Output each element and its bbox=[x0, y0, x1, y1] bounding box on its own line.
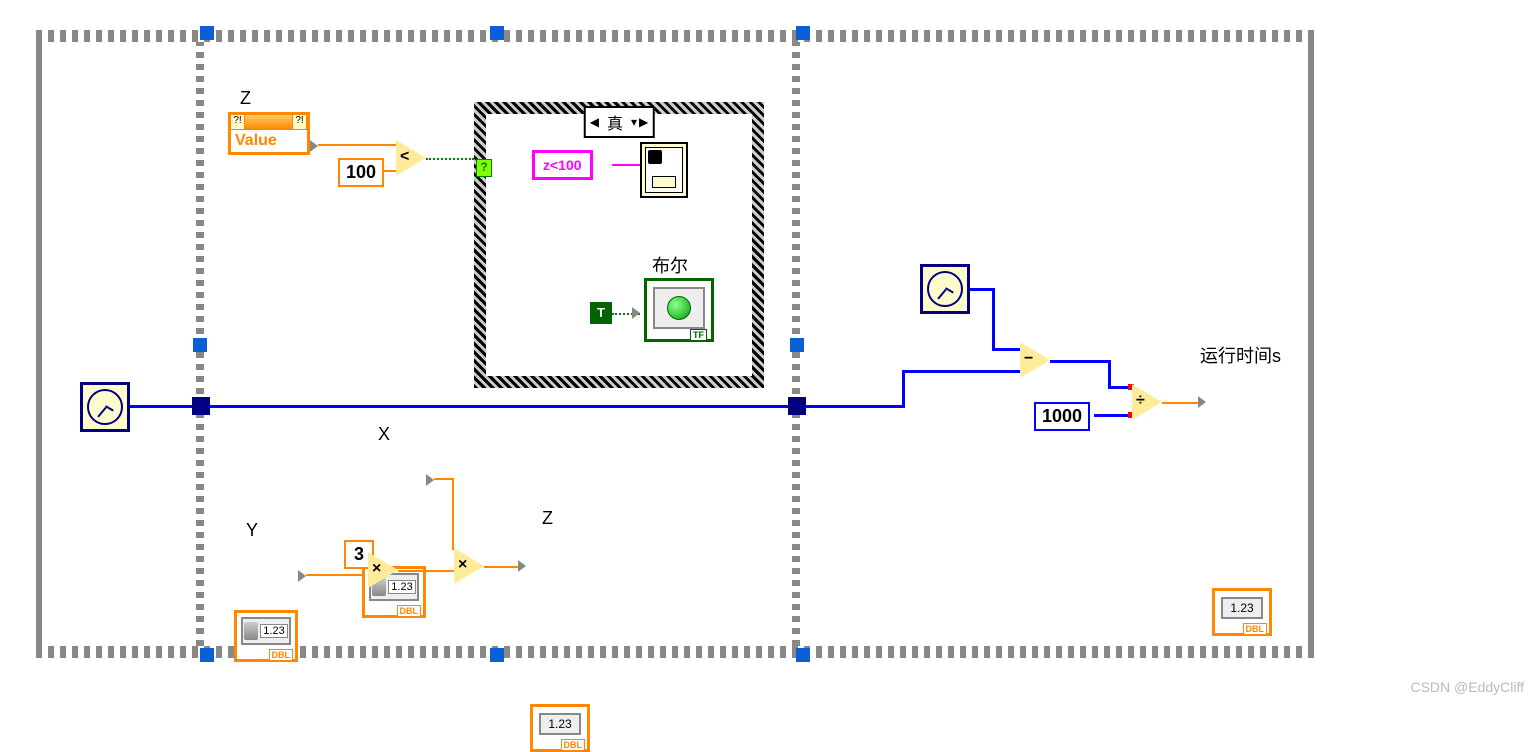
multiply-node-2[interactable]: × bbox=[454, 548, 484, 584]
tf-type-tag: TF bbox=[690, 329, 707, 341]
y-label: Y bbox=[246, 520, 258, 541]
case-structure[interactable]: ◀ 真 ▾ ▶ ? bbox=[474, 102, 764, 388]
numeric-constant-1000[interactable]: 1000 bbox=[1034, 402, 1090, 431]
wire bbox=[306, 574, 368, 576]
wire bbox=[992, 288, 995, 350]
z-var-label: Z bbox=[240, 88, 251, 109]
wire bbox=[1050, 360, 1110, 363]
wire bbox=[130, 405, 196, 408]
z-out-label: Z bbox=[542, 508, 553, 529]
resize-handle[interactable] bbox=[790, 338, 804, 352]
wire bbox=[434, 478, 454, 480]
wire bbox=[902, 370, 1020, 373]
wire bbox=[992, 348, 1020, 351]
z-indicator[interactable]: 1.23 DBL bbox=[530, 704, 590, 752]
one-button-dialog-icon[interactable] bbox=[640, 142, 688, 198]
boolean-constant-true[interactable]: T bbox=[590, 302, 612, 324]
resize-handle[interactable] bbox=[200, 648, 214, 662]
wire bbox=[1094, 414, 1132, 417]
output-terminal bbox=[426, 474, 434, 486]
wire bbox=[318, 144, 396, 146]
z-local-var-field: Value bbox=[231, 129, 307, 152]
resize-handle[interactable] bbox=[796, 26, 810, 40]
resize-handle[interactable] bbox=[796, 648, 810, 662]
input-terminal bbox=[632, 307, 640, 319]
resize-handle[interactable] bbox=[490, 648, 504, 662]
less-than-node[interactable]: < bbox=[396, 140, 426, 176]
z-local-variable[interactable]: ?!?! Value bbox=[228, 112, 310, 155]
wire bbox=[208, 405, 792, 408]
wire bbox=[1108, 360, 1111, 388]
resize-handle[interactable] bbox=[490, 26, 504, 40]
input-terminal bbox=[1198, 396, 1206, 408]
input-terminal bbox=[518, 560, 526, 572]
led-icon bbox=[667, 296, 691, 320]
dbl-type-tag: DBL bbox=[561, 739, 586, 751]
case-next-icon[interactable]: ▶ bbox=[639, 115, 648, 129]
resize-handle[interactable] bbox=[200, 26, 214, 40]
case-prev-icon[interactable]: ◀ bbox=[590, 115, 599, 129]
wire bbox=[804, 405, 904, 408]
case-dropdown-icon[interactable]: ▾ bbox=[631, 115, 637, 129]
watermark-text: CSDN @EddyCliff bbox=[1410, 679, 1524, 695]
y-control[interactable]: 1.23 DBL bbox=[234, 610, 298, 662]
resize-handle[interactable] bbox=[193, 338, 207, 352]
dbl-type-tag: DBL bbox=[1243, 623, 1268, 635]
numeric-constant-100[interactable]: 100 bbox=[338, 158, 384, 187]
tick-count-icon bbox=[920, 264, 970, 314]
dbl-type-tag: DBL bbox=[397, 605, 422, 617]
boolean-indicator[interactable]: TF bbox=[644, 278, 714, 342]
divide-node[interactable]: ÷ bbox=[1132, 384, 1162, 420]
multiply-node-1[interactable]: × bbox=[368, 552, 398, 588]
wire bbox=[902, 370, 905, 408]
case-label: 真 bbox=[601, 110, 629, 134]
case-selector[interactable]: ◀ 真 ▾ ▶ bbox=[584, 106, 655, 138]
x-label: X bbox=[378, 424, 390, 445]
wire-string bbox=[612, 164, 640, 166]
wire bbox=[398, 570, 454, 572]
wire-bool bbox=[426, 158, 474, 160]
output-terminal bbox=[298, 570, 306, 582]
runtime-label: 运行时间s bbox=[1200, 342, 1281, 368]
tick-count-icon bbox=[80, 382, 130, 432]
bool-indicator-label: 布尔 bbox=[652, 252, 688, 278]
output-terminal bbox=[310, 140, 318, 152]
wire bbox=[452, 478, 454, 550]
dbl-type-tag: DBL bbox=[269, 649, 294, 661]
wire bbox=[383, 170, 397, 172]
subtract-node[interactable]: − bbox=[1020, 342, 1050, 378]
string-constant-z100[interactable]: z<100 bbox=[532, 150, 593, 180]
runtime-indicator[interactable]: 1.23 DBL bbox=[1212, 588, 1272, 636]
wire bbox=[970, 288, 994, 291]
case-selector-terminal: ? bbox=[476, 159, 492, 177]
